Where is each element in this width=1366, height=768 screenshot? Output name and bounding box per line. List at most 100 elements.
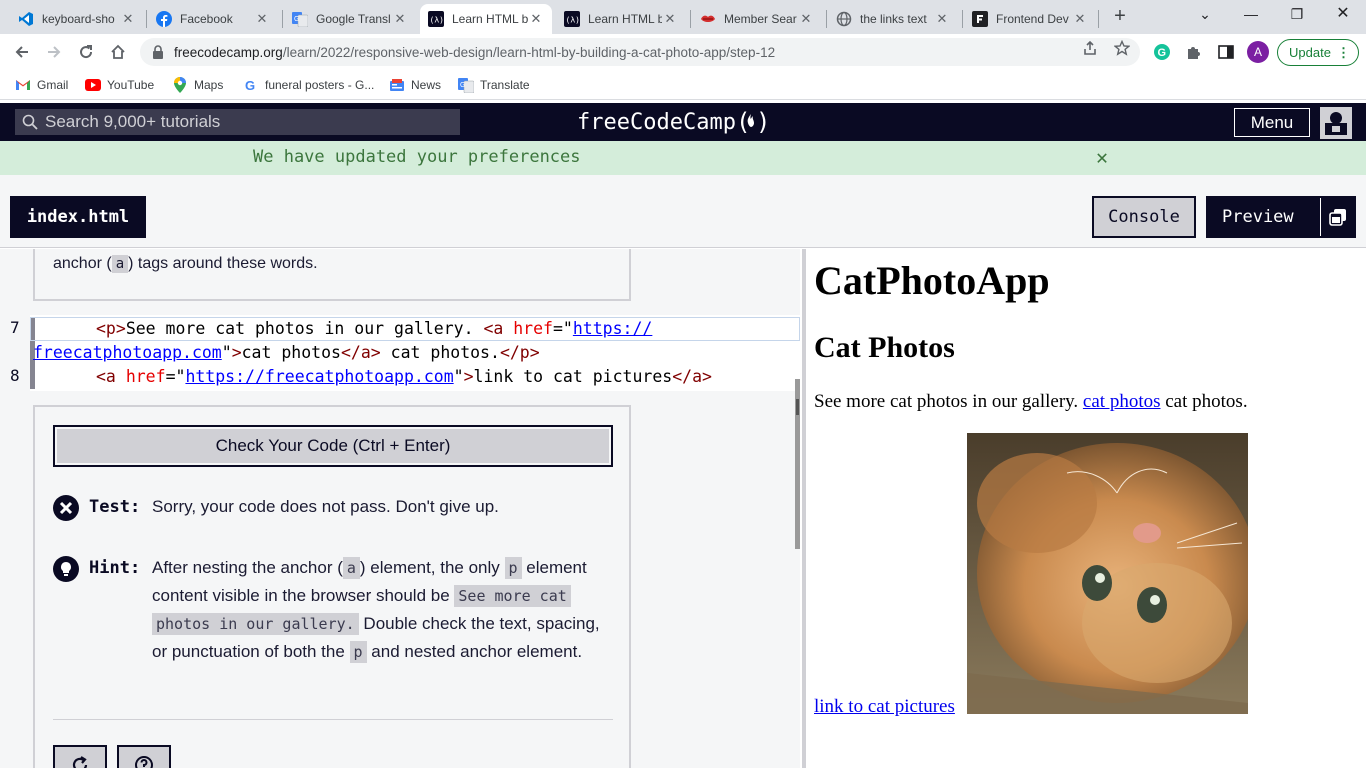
tab-separator: [146, 10, 147, 28]
svg-text:(λ): (λ): [430, 16, 444, 25]
browser-tab[interactable]: Member Sear ✕: [692, 4, 822, 34]
line-number: 8: [10, 366, 20, 385]
restore-button[interactable]: ❐: [1274, 4, 1320, 28]
close-window-button[interactable]: ✕: [1320, 4, 1366, 28]
tab-search-button[interactable]: ⌄: [1182, 4, 1228, 28]
reset-icon: [72, 756, 88, 768]
gmail-icon: [15, 77, 31, 93]
svg-text:G: G: [294, 16, 299, 23]
browser-tab[interactable]: G Google Transl ✕: [284, 4, 416, 34]
close-tab-icon[interactable]: ✕: [254, 11, 270, 27]
tab-separator: [962, 10, 963, 28]
lips-icon: [700, 11, 716, 27]
browser-tab[interactable]: Frontend Dev ✕: [964, 4, 1096, 34]
frontend-icon: [972, 11, 988, 27]
svg-text:G: G: [1158, 47, 1167, 59]
search-placeholder: Search 9,000+ tutorials: [45, 112, 221, 131]
close-icon[interactable]: ✕: [1096, 145, 1108, 169]
update-button[interactable]: Update ⋮: [1277, 39, 1359, 66]
more-menu-icon: ⋮: [1337, 44, 1350, 60]
bookmark-funeral-posters[interactable]: G funeral posters - G...: [243, 77, 374, 93]
grammarly-icon[interactable]: G: [1151, 41, 1173, 63]
reload-button[interactable]: [74, 40, 98, 64]
profile-avatar[interactable]: A: [1247, 41, 1269, 63]
preview-paragraph: See more cat photos in our gallery. cat …: [814, 391, 1248, 412]
forward-button[interactable]: [42, 40, 66, 64]
hint-message: After nesting the anchor (a) element, th…: [152, 557, 600, 663]
cat-photos-link[interactable]: cat photos: [1083, 391, 1161, 412]
new-tab-button[interactable]: +: [1108, 5, 1132, 29]
share-icon[interactable]: [1082, 40, 1098, 56]
svg-text:G: G: [460, 82, 465, 89]
browser-tab[interactable]: (λ) Learn HTML b ✕: [556, 4, 686, 34]
console-button[interactable]: Console: [1092, 196, 1196, 238]
close-tab-icon[interactable]: ✕: [392, 11, 408, 27]
svg-text:(λ): (λ): [566, 16, 580, 25]
close-tab-icon[interactable]: ✕: [662, 11, 678, 27]
user-avatar[interactable]: [1320, 107, 1352, 139]
side-panel-icon[interactable]: [1215, 41, 1237, 63]
close-tab-icon[interactable]: ✕: [1072, 11, 1088, 27]
close-tab-icon[interactable]: ✕: [120, 11, 136, 27]
code-line-7: <p>See more cat photos in our gallery. <…: [96, 319, 653, 338]
bookmark-translate[interactable]: G Translate: [458, 77, 530, 93]
search-input[interactable]: Search 9,000+ tutorials: [15, 109, 460, 135]
bookmark-maps[interactable]: Maps: [172, 77, 223, 93]
code-editor[interactable]: <p>See more cat photos in our gallery. <…: [30, 315, 800, 391]
bookmarks-bar: Gmail YouTube Maps G funeral posters - G…: [0, 70, 1366, 100]
popout-icon[interactable]: [1320, 198, 1354, 236]
svg-text:G: G: [245, 78, 255, 92]
line-gutter: 7 8: [0, 315, 30, 391]
preview-subheading: Cat Photos: [814, 331, 955, 364]
preview-button[interactable]: Preview: [1206, 196, 1356, 238]
maps-icon: [172, 77, 188, 93]
url-domain: freecodecamp.org: [174, 44, 283, 60]
search-icon: [15, 114, 45, 130]
bookmark-gmail[interactable]: Gmail: [15, 77, 68, 93]
line-number: 7: [10, 318, 20, 337]
cat-image: [967, 433, 1248, 714]
reset-button[interactable]: [53, 745, 107, 768]
extensions-puzzle-icon[interactable]: [1183, 41, 1205, 63]
browser-toolbar: freecodecamp.org/learn/2022/responsive-w…: [0, 34, 1366, 70]
fcc-logo[interactable]: freeCodeCamp (): [577, 107, 766, 137]
instructions-text: anchor (a) tags around these words.: [53, 255, 318, 273]
minimize-button[interactable]: —: [1228, 4, 1274, 28]
google-translate-icon: G: [292, 11, 308, 27]
lightbulb-icon: [53, 556, 79, 582]
cat-pictures-link[interactable]: link to cat pictures: [814, 696, 955, 718]
preview-heading: CatPhotoApp: [814, 258, 1050, 303]
check-code-button[interactable]: Check Your Code (Ctrl + Enter): [53, 425, 613, 467]
freecodecamp-icon: (λ): [428, 11, 444, 27]
tab-separator: [282, 10, 283, 28]
bookmark-star-icon[interactable]: [1114, 40, 1130, 56]
back-button[interactable]: [10, 40, 34, 64]
close-tab-icon[interactable]: ✕: [798, 11, 814, 27]
browser-tab[interactable]: Facebook ✕: [148, 4, 278, 34]
tab-separator: [1098, 10, 1099, 28]
bookmark-news[interactable]: News: [389, 77, 441, 93]
help-button[interactable]: [117, 745, 171, 768]
arrow-right-icon: [48, 46, 61, 58]
tab-separator: [826, 10, 827, 28]
test-label: Test:: [89, 497, 141, 517]
close-tab-icon[interactable]: ✕: [934, 11, 950, 27]
editor-pane: anchor (a) tags around these words. 7 8 …: [0, 249, 800, 768]
close-tab-icon[interactable]: ✕: [528, 11, 544, 27]
browser-tab[interactable]: the links text ✕: [828, 4, 958, 34]
browser-tab-active[interactable]: (λ) Learn HTML b ✕: [420, 4, 552, 34]
arrow-left-icon: [15, 46, 28, 58]
file-tab-index-html[interactable]: index.html: [10, 196, 146, 238]
youtube-icon: [85, 77, 101, 93]
home-button[interactable]: [106, 40, 130, 64]
instructions-box: anchor (a) tags around these words.: [33, 249, 631, 301]
editor-tabs-bar: index.html Console Preview: [0, 175, 1366, 248]
menu-button[interactable]: Menu: [1234, 108, 1310, 137]
address-bar[interactable]: freecodecamp.org/learn/2022/responsive-w…: [140, 38, 1140, 66]
bookmark-youtube[interactable]: YouTube: [85, 77, 154, 93]
fail-x-icon: [53, 495, 79, 521]
avatar-icon: [1325, 112, 1347, 135]
browser-tab[interactable]: keyboard-sho ✕: [10, 4, 144, 34]
test-panel: Check Your Code (Ctrl + Enter) Test: Sor…: [33, 405, 631, 768]
inline-code: a: [111, 255, 129, 273]
